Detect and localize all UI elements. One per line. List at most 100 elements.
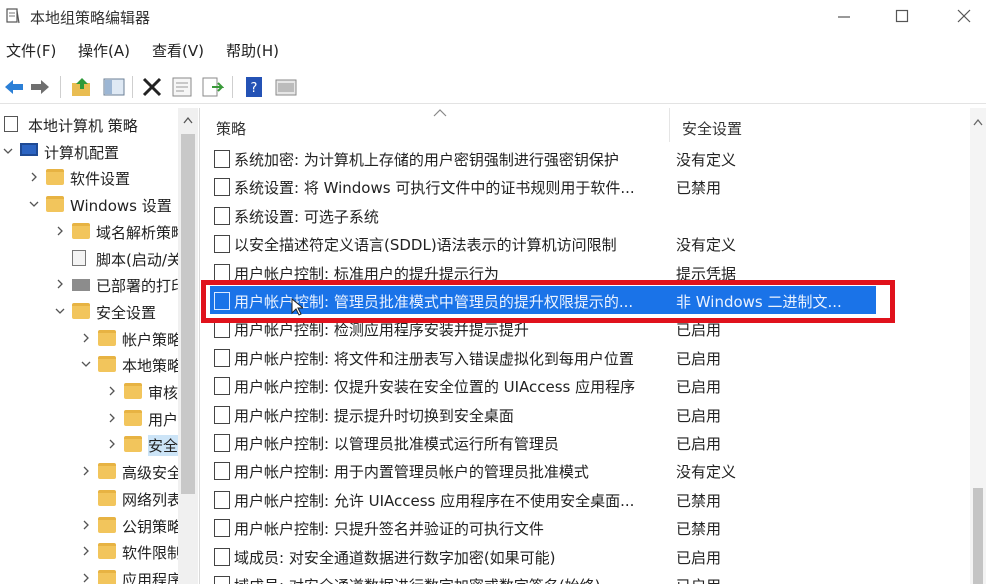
policy-row[interactable]: 系统设置: 将 Windows 可执行文件中的证书规则用于软件... 已禁用: [210, 172, 870, 200]
export-list-button[interactable]: [200, 75, 225, 99]
tree-item[interactable]: 安全设置: [0, 299, 178, 325]
scroll-up-icon[interactable]: [183, 116, 193, 124]
maximize-icon: [895, 9, 909, 23]
chevron-right-icon[interactable]: [80, 464, 92, 478]
minimize-button[interactable]: [822, 4, 866, 28]
policy-row[interactable]: 系统加密: 为计算机上存储的用户密钥强制进行强密钥保护 没有定义: [210, 144, 870, 172]
menu-view[interactable]: 查看(V): [152, 40, 204, 61]
policy-name: 用户帐户控制: 仅提升安装在安全位置的 UIAccess 应用程序: [234, 378, 636, 397]
tree-item-label: 软件限制策略: [122, 544, 178, 563]
tree-item[interactable]: 帐户策略: [0, 326, 178, 352]
chevron-right-icon[interactable]: [106, 411, 118, 425]
tree-item[interactable]: 用户权限分配: [0, 406, 178, 432]
back-arrow-icon: [5, 80, 23, 94]
policy-row[interactable]: 域成员: 对安全通道数据进行数字加密(如果可能) 已启用: [210, 542, 870, 570]
tree-item[interactable]: 计算机配置: [0, 139, 178, 165]
tree-item[interactable]: 安全选项: [0, 432, 178, 458]
security-setting-value: 已启用: [676, 378, 722, 397]
forward-button[interactable]: [28, 75, 52, 99]
policy-name: 用户帐户控制: 提示提升时切换到安全桌面: [234, 406, 514, 425]
policy-row[interactable]: 用户帐户控制: 用于内置管理员帐户的管理员批准模式 没有定义: [210, 456, 870, 484]
chevron-right-icon[interactable]: [54, 277, 66, 291]
tree-item[interactable]: 应用程序控制策略: [0, 566, 178, 584]
tree-item[interactable]: Windows 设置: [0, 192, 178, 218]
show-hide-tree-button[interactable]: [102, 75, 126, 99]
maximize-button[interactable]: [880, 4, 924, 28]
policy-list: 策略 安全设置 系统加密: 为计算机上存储的用户密钥强制进行强密钥保护 没有定义系…: [204, 108, 986, 584]
chevron-right-icon[interactable]: [106, 437, 118, 451]
tree-item[interactable]: 脚本(启动/关机): [0, 246, 178, 272]
tree-scrollbar[interactable]: [178, 108, 198, 584]
chevron-right-icon[interactable]: [80, 571, 92, 584]
tree-item-label: 已部署的打印机: [96, 277, 178, 296]
help-button[interactable]: ?: [242, 75, 266, 99]
folder-icon: [124, 436, 142, 453]
tree-item-label: 高级安全 Windows Defender 防火墙: [122, 464, 178, 483]
tree-item[interactable]: 已部署的打印机: [0, 272, 178, 298]
console-button[interactable]: [274, 75, 298, 99]
folder-icon: [124, 383, 142, 399]
policy-item-icon: [214, 348, 230, 367]
console-tree: 本地计算机 策略计算机配置软件设置 Windows 设置域名解析策略脚本(启动/关…: [0, 108, 200, 584]
policy-row[interactable]: 系统设置: 可选子系统: [210, 201, 870, 229]
list-scrollbar-thumb[interactable]: [973, 488, 983, 584]
policy-name: 域成员: 对安全通道数据进行数字加密或数字签名(始终): [234, 575, 660, 584]
chevron-right-icon[interactable]: [80, 331, 92, 345]
scroll-up-icon[interactable]: [973, 118, 983, 126]
menu-file[interactable]: 文件(F): [6, 40, 56, 61]
window-title: 本地组策略编辑器: [30, 9, 151, 27]
chevron-down-icon[interactable]: [2, 144, 14, 158]
svg-text:?: ?: [251, 81, 258, 96]
policy-row[interactable]: 用户帐户控制: 仅提升安装在安全位置的 UIAccess 应用程序 已启用: [210, 371, 870, 399]
column-header-policy[interactable]: 策略: [204, 108, 670, 142]
tree-item-label: 本地计算机 策略: [28, 117, 138, 135]
tree-item[interactable]: 公钥策略: [0, 513, 178, 539]
policy-item-icon: [214, 263, 230, 282]
policy-row[interactable]: 用户帐户控制: 只提升签名并验证的可执行文件 已禁用: [210, 513, 870, 541]
chevron-down-icon[interactable]: [28, 197, 40, 211]
menu-help[interactable]: 帮助(H): [226, 40, 279, 61]
tree-item-label: 脚本(启动/关机): [96, 250, 178, 269]
policy-row[interactable]: 用户帐户控制: 允许 UIAccess 应用程序在不使用安全桌面... 已禁用: [210, 485, 870, 513]
tree-item[interactable]: 高级安全 Windows Defender 防火墙: [0, 459, 178, 485]
tree-item[interactable]: 本地计算机 策略: [0, 112, 178, 138]
tree-item[interactable]: 本地策略: [0, 352, 178, 378]
policy-item-icon: [214, 519, 230, 538]
list-scrollbar[interactable]: [970, 108, 986, 584]
policy-row[interactable]: 域成员: 对安全通道数据进行数字加密或数字签名(始终)已启用: [210, 570, 870, 584]
policy-row[interactable]: 用户帐户控制: 将文件和注册表写入错误虚拟化到每用户位置 已启用: [210, 343, 870, 371]
chevron-right-icon[interactable]: [80, 518, 92, 532]
properties-button[interactable]: [170, 75, 194, 99]
policy-icon: [4, 116, 18, 132]
policy-row[interactable]: 用户帐户控制: 以管理员批准模式运行所有管理员 已启用: [210, 428, 870, 456]
policy-name: 用户帐户控制: 允许 UIAccess 应用程序在不使用安全桌面...: [234, 491, 635, 510]
chevron-right-icon[interactable]: [80, 544, 92, 558]
policy-row[interactable]: 以安全描述符定义语言(SDDL)语法表示的计算机访问限制 没有定义: [210, 229, 870, 257]
menu-action[interactable]: 操作(A): [78, 40, 130, 61]
column-header-setting[interactable]: 安全设置: [670, 108, 870, 142]
folder-icon: [98, 543, 116, 560]
tree-item[interactable]: 审核策略: [0, 379, 178, 405]
chevron-down-icon[interactable]: [80, 357, 92, 371]
tree-item[interactable]: 域名解析策略: [0, 219, 178, 245]
tree-item[interactable]: 软件限制策略: [0, 539, 178, 565]
tree-scrollbar-thumb[interactable]: [181, 134, 195, 494]
delete-button[interactable]: [140, 75, 164, 99]
chevron-down-icon[interactable]: [54, 304, 66, 318]
policy-row[interactable]: 用户帐户控制: 提示提升时切换到安全桌面 已启用: [210, 400, 870, 428]
security-setting-value: 没有定义: [676, 463, 737, 482]
properties-icon: [172, 77, 192, 97]
close-icon: [957, 9, 971, 23]
tree-item[interactable]: 网络列表管理器策略: [0, 486, 178, 512]
close-button[interactable]: [942, 4, 986, 28]
tree-item[interactable]: 软件设置: [0, 165, 178, 191]
back-button[interactable]: [2, 75, 26, 99]
folder-icon: [98, 489, 116, 506]
chevron-right-icon[interactable]: [106, 384, 118, 398]
policy-item-icon: [214, 206, 230, 225]
toolbar-separator: [132, 76, 133, 98]
chevron-right-icon[interactable]: [28, 170, 40, 184]
tree-item-label: 安全设置: [96, 303, 157, 322]
chevron-right-icon[interactable]: [54, 224, 66, 238]
up-button[interactable]: [70, 75, 94, 99]
